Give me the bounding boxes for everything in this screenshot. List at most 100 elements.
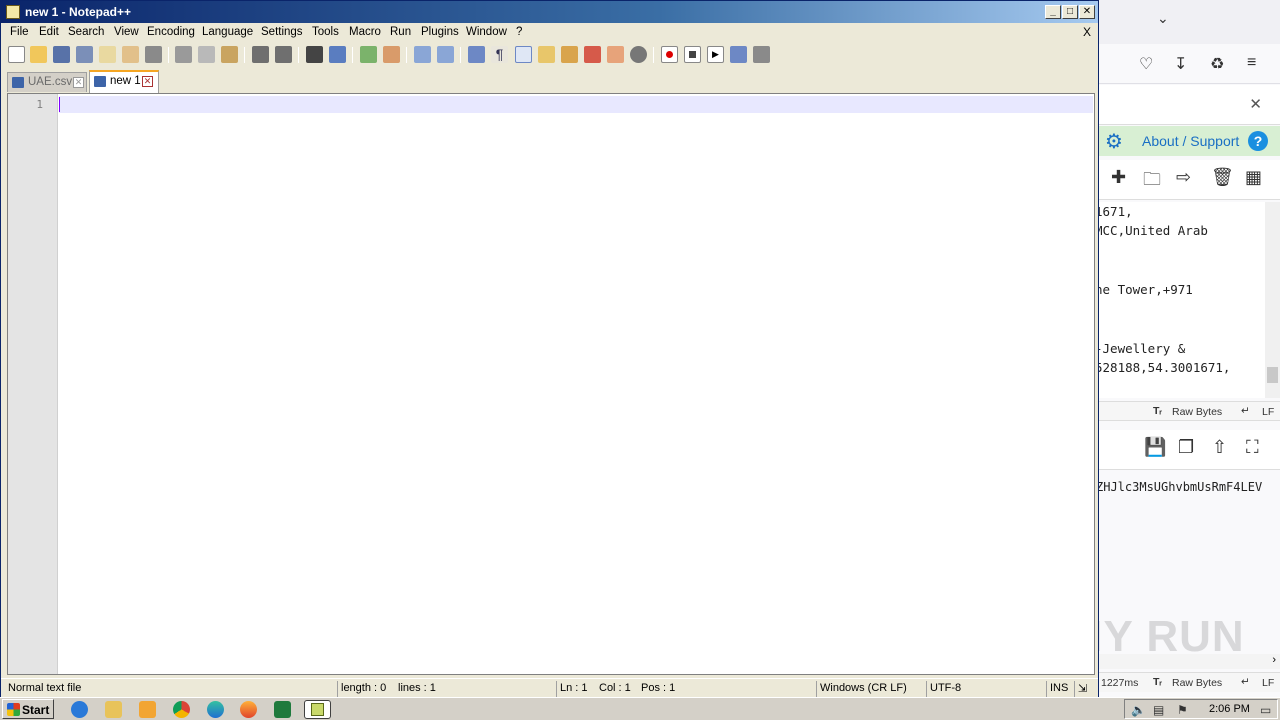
show-desktop-icon[interactable]: ▭ (1260, 703, 1271, 717)
file-explorer-icon[interactable] (105, 701, 122, 718)
menu-run[interactable]: Run (390, 26, 411, 38)
document-map-icon[interactable] (561, 46, 578, 63)
raw-bytes-label[interactable]: Raw Bytes (1172, 677, 1222, 689)
function-list-icon[interactable] (584, 46, 601, 63)
start-button[interactable]: Start (2, 699, 54, 719)
clear-close-icon[interactable]: ✕ (1249, 95, 1262, 113)
internet-explorer-icon[interactable] (71, 701, 88, 718)
edge-icon[interactable] (207, 701, 224, 718)
menu-tools[interactable]: Tools (312, 26, 339, 38)
import-icon[interactable]: ⇨ (1176, 167, 1191, 188)
menu-help[interactable]: ? (516, 26, 522, 38)
redo-icon[interactable] (275, 46, 292, 63)
menu-view[interactable]: View (114, 26, 139, 38)
close-tab-icon[interactable]: ✕ (73, 77, 84, 88)
close-all-icon[interactable] (122, 46, 139, 63)
zoom-out-icon[interactable] (383, 46, 400, 63)
about-support-bar[interactable]: ⚙ About / Support ? (1099, 126, 1280, 156)
folder-icon[interactable]: 🗀 (1143, 167, 1161, 197)
help-icon[interactable]: ? (1248, 131, 1268, 151)
monitoring-icon[interactable] (630, 46, 647, 63)
user-defined-language-icon[interactable] (538, 46, 555, 63)
menu-edit[interactable]: Edit (39, 26, 59, 38)
menu-macro[interactable]: Macro (349, 26, 381, 38)
media-player-icon[interactable] (139, 701, 156, 718)
raw-bytes-label[interactable]: Raw Bytes (1172, 406, 1222, 418)
open-file-icon[interactable] (30, 46, 47, 63)
menu-plugins[interactable]: Plugins (421, 26, 459, 38)
add-icon[interactable]: ✚ (1111, 167, 1126, 188)
run-macro-multiple-icon[interactable] (730, 46, 747, 63)
menu-language[interactable]: Language (202, 26, 253, 38)
close-tab-icon[interactable]: ✕ (142, 76, 153, 87)
menu-window[interactable]: Window (466, 26, 507, 38)
network-icon[interactable]: ▤ (1153, 703, 1164, 717)
scroll-right-icon[interactable]: › (1272, 654, 1276, 666)
download-icon[interactable]: ↧ (1174, 54, 1187, 74)
playback-macro-icon[interactable]: ▶ (707, 46, 724, 63)
maximize-button[interactable]: □ (1062, 5, 1078, 19)
minimize-button[interactable]: _ (1045, 5, 1061, 19)
menu-settings[interactable]: Settings (261, 26, 303, 38)
sync-vertical-icon[interactable] (414, 46, 431, 63)
notepad-app-icon[interactable] (6, 5, 20, 19)
recipe-input-text[interactable]: 1671, MCC,United Arab ne Tower,+971 -Jew… (1099, 202, 1269, 398)
indent-guide-icon[interactable] (515, 46, 532, 63)
close-document-button[interactable]: X (1083, 25, 1091, 39)
replace-input-icon[interactable]: ⇧ (1212, 437, 1227, 458)
word-wrap-icon[interactable] (468, 46, 485, 63)
save-macro-icon[interactable] (753, 46, 770, 63)
taskbar-clock[interactable]: 2:06 PM (1209, 703, 1250, 715)
close-file-icon[interactable] (99, 46, 116, 63)
about-support-link[interactable]: About / Support (1142, 133, 1239, 149)
stop-recording-icon[interactable] (684, 46, 701, 63)
menu-search[interactable]: Search (68, 26, 104, 38)
input-scrollbar[interactable] (1265, 202, 1280, 398)
browser-search-row[interactable]: ✕ (1099, 85, 1280, 125)
insert-mode-label[interactable]: INS (1046, 681, 1068, 697)
pocket-icon[interactable]: ♡ (1139, 54, 1153, 74)
copy-icon[interactable] (198, 46, 215, 63)
eol-format-label[interactable]: Windows (CR LF) (816, 681, 907, 697)
replace-icon[interactable] (329, 46, 346, 63)
eol-label[interactable]: LF (1262, 677, 1274, 689)
save-all-icon[interactable] (76, 46, 93, 63)
record-macro-icon[interactable] (661, 46, 678, 63)
copy-icon[interactable]: ❐ (1178, 437, 1194, 458)
chrome-icon[interactable] (173, 701, 190, 718)
print-icon[interactable] (145, 46, 162, 63)
new-file-icon[interactable] (8, 46, 25, 63)
save-icon[interactable]: 💾 (1144, 437, 1166, 458)
scroll-thumb[interactable] (1267, 367, 1278, 383)
text-editor[interactable]: 1 (7, 93, 1095, 675)
trash-icon[interactable]: 🗑 (1211, 167, 1234, 188)
close-window-button[interactable]: ✕ (1079, 5, 1095, 19)
folder-as-workspace-icon[interactable] (607, 46, 624, 63)
tab-uae-csv[interactable]: UAE.csv ✕ (7, 72, 87, 92)
layout-icon[interactable]: ▦ (1245, 167, 1262, 188)
tab-list-chevron-icon[interactable]: ⌄ (1157, 10, 1169, 27)
paste-icon[interactable] (221, 46, 238, 63)
menu-file[interactable]: File (10, 26, 29, 38)
firefox-icon[interactable] (240, 701, 257, 718)
hamburger-menu-icon[interactable]: ≡ (1247, 54, 1256, 72)
extensions-icon[interactable]: ♻ (1210, 54, 1224, 74)
action-center-flag-icon[interactable]: ⚑ (1177, 703, 1188, 717)
excel-icon[interactable] (274, 701, 291, 718)
menu-encoding[interactable]: Encoding (147, 26, 195, 38)
text-format-icon[interactable]: Tᵣ (1153, 405, 1162, 417)
encoding-label[interactable]: UTF-8 (926, 681, 961, 697)
find-icon[interactable] (306, 46, 323, 63)
output-text[interactable]: ZHJlc3MsUGhvbmUsRmF4LEV (1099, 480, 1262, 494)
volume-icon[interactable]: 🔈 (1131, 703, 1146, 717)
show-all-characters-icon[interactable]: ¶ (491, 46, 508, 63)
title-bar[interactable]: new 1 - Notepad++ _ □ ✕ (1, 1, 1098, 23)
tab-new-1[interactable]: new 1 ✕ (89, 70, 159, 93)
cut-icon[interactable] (175, 46, 192, 63)
text-format-icon[interactable]: Tᵣ (1153, 676, 1162, 688)
notepad-plus-plus-taskbar-button[interactable] (304, 700, 331, 719)
eol-label[interactable]: LF (1262, 406, 1274, 418)
resize-grip-icon[interactable]: ⇲ (1074, 681, 1087, 697)
fullscreen-icon[interactable]: ⛶ (1246, 437, 1259, 458)
save-icon[interactable] (53, 46, 70, 63)
